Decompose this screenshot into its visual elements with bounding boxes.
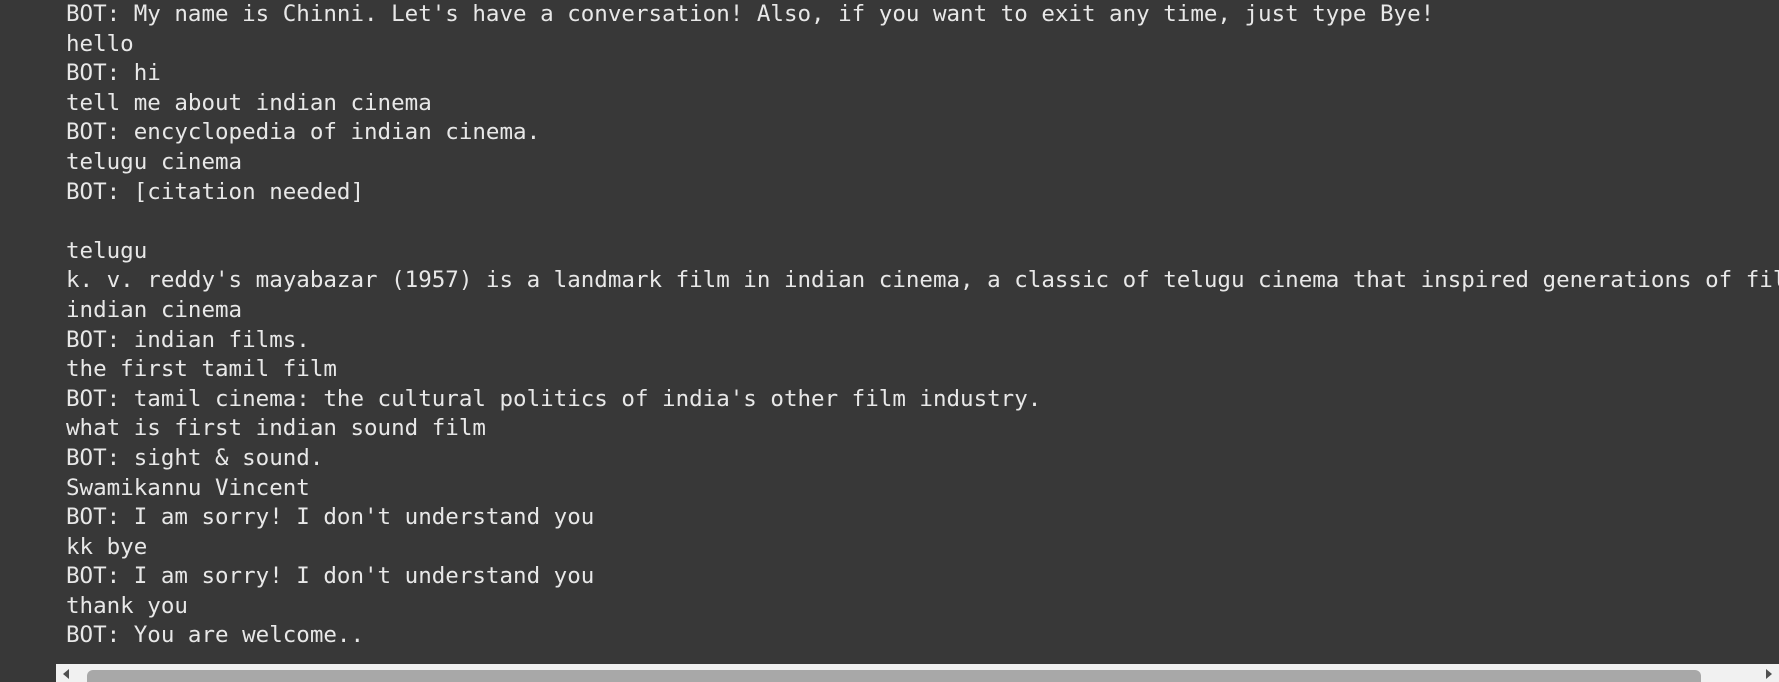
console-line: BOT: encyclopedia of indian cinema. [66, 119, 541, 146]
console-line: telugu [66, 237, 148, 264]
scroll-right-arrow-icon[interactable] [1759, 664, 1777, 682]
console-line: what is first indian sound film [66, 415, 486, 442]
scroll-left-arrow-icon[interactable] [58, 664, 76, 682]
console-line: BOT: tamil cinema: the cultural politics… [66, 385, 1042, 412]
console-line: BOT: sight & sound. [66, 444, 324, 471]
console-line: telugu cinema [66, 148, 243, 175]
chat-console-output: BOT: My name is Chinni. Let's have a con… [66, 0, 1779, 660]
console-line: kk bye [66, 533, 148, 560]
console-line: BOT: indian films. [66, 326, 310, 353]
console-line: k. v. reddy's mayabazar (1957) is a land… [66, 267, 1779, 294]
console-line: thank you [66, 592, 188, 619]
console-line: BOT: I am sorry! I don't understand you [66, 504, 595, 531]
console-line: the first tamil film [66, 356, 337, 383]
horizontal-scrollbar-thumb[interactable] [87, 670, 1701, 682]
horizontal-scrollbar[interactable] [56, 664, 1779, 682]
console-line: BOT: I am sorry! I don't understand you [66, 563, 595, 590]
console-line: tell me about indian cinema [66, 89, 432, 116]
notebook-output-area: BOT: My name is Chinni. Let's have a con… [0, 0, 1779, 682]
console-line: indian cinema [66, 296, 243, 323]
console-line: Swamikannu Vincent [66, 474, 310, 501]
console-line: BOT: hi [66, 60, 161, 87]
console-line: hello [66, 30, 134, 57]
console-line: BOT: [citation needed] [66, 178, 365, 205]
console-line: BOT: You are welcome.. [66, 622, 365, 649]
console-line: BOT: My name is Chinni. Let's have a con… [66, 1, 1435, 27]
